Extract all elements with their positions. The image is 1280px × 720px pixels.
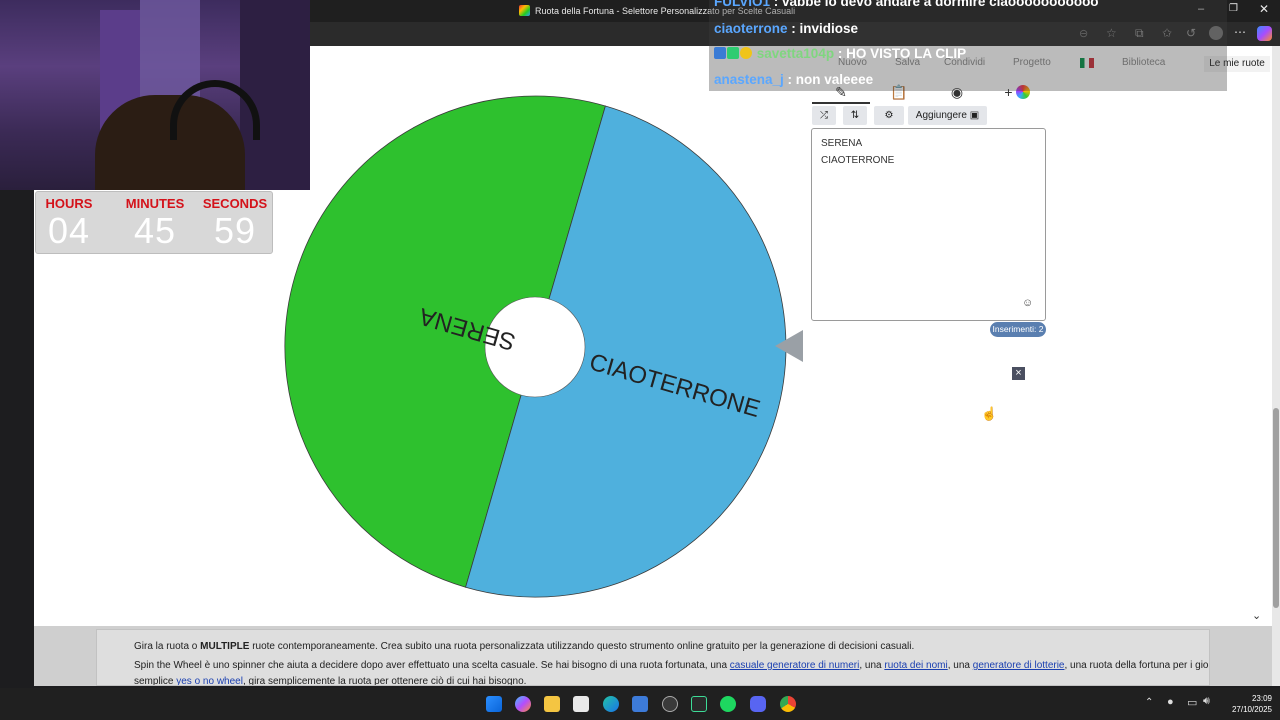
lottery-link[interactable]: generatore di lotterie: [973, 660, 1065, 671]
chat-text: : vabbe io devo andare a dormire ciaoooo…: [770, 0, 1099, 9]
seconds-value: 59: [213, 210, 257, 251]
sort-button[interactable]: ⇅: [843, 106, 867, 125]
badge-icon: [727, 47, 739, 59]
more-menu-icon[interactable]: ⋯: [1234, 25, 1246, 39]
windows-taskbar: ⌃ ● ▭ 🔊︎: [0, 688, 1280, 720]
network-icon[interactable]: ▭: [1187, 696, 1197, 709]
seconds-label: SECONDS: [202, 196, 268, 211]
store-icon[interactable]: [573, 696, 589, 712]
chat-user: anastena_j: [714, 72, 784, 87]
hours-label: HOURS: [45, 196, 93, 211]
countdown-timer: HOURS 04 MINUTES 45 SECONDS 59: [35, 191, 273, 254]
edge-browser-icon[interactable]: [603, 696, 619, 712]
shuffle-icon: ⤮: [820, 110, 828, 121]
chat-user: ciaoterrone: [714, 21, 788, 36]
close-panel-button[interactable]: ×: [1012, 367, 1025, 380]
spin-wheel[interactable]: SERENA CIAOTERRONE: [280, 92, 790, 602]
discord-icon[interactable]: [750, 696, 766, 712]
active-tab-indicator: [812, 102, 870, 104]
add-image-label: Aggiungere: [915, 110, 967, 121]
clock-time: 23:09: [1251, 694, 1272, 703]
system-clock[interactable]: 23:09 27/10/2025: [1222, 693, 1272, 715]
entry-line: SERENA: [821, 138, 863, 149]
wheel-pointer-icon: [775, 330, 803, 362]
image-icon: ▣: [969, 110, 980, 121]
entries-count-badge: Inserimenti: 2: [990, 322, 1046, 337]
copilot-icon[interactable]: [1257, 26, 1272, 41]
badge-icon: [740, 47, 752, 59]
emoji-icon[interactable]: ☺: [1022, 297, 1033, 309]
clock-date: 27/10/2025: [1231, 705, 1272, 714]
chat-user: FULVIO1: [714, 0, 771, 9]
chat-message: FULVIO1 : vabbe io devo andare a dormire…: [714, 0, 1099, 9]
volume-icon[interactable]: 🔊︎: [1203, 695, 1210, 708]
settings-button[interactable]: ⚙: [874, 106, 904, 125]
gear-icon: ⚙: [884, 110, 894, 121]
hand-cursor-icon: ☝: [981, 406, 998, 421]
info-description: Gira la ruota o MULTIPLE ruote contempor…: [96, 629, 1210, 686]
sort-icon: ⇅: [850, 110, 860, 121]
webcam-overlay: [0, 0, 310, 190]
file-explorer-icon[interactable]: [544, 696, 560, 712]
info-line-3: semplice yes o no wheel, gira sempliceme…: [134, 676, 527, 686]
chat-message: anastena_j : non valeeee: [714, 72, 873, 87]
hours-value: 04: [47, 210, 91, 251]
minutes-value: 45: [133, 210, 177, 251]
start-windows-icon[interactable]: [486, 696, 502, 712]
scroll-down-icon[interactable]: ⌄: [1252, 609, 1261, 622]
close-window-icon[interactable]: ✕: [1259, 2, 1269, 16]
random-number-link[interactable]: casuale generatore di numeri: [730, 660, 860, 671]
chat-text: : HO VISTO LA CLIP: [834, 46, 967, 61]
scrollbar-thumb[interactable]: [1273, 408, 1279, 608]
name-wheel-link[interactable]: ruota dei nomi: [884, 660, 947, 671]
info-line-2: Spin the Wheel è uno spinner che aiuta a…: [134, 660, 1209, 671]
chrome-icon[interactable]: [780, 696, 796, 712]
terminal-icon[interactable]: [691, 696, 707, 712]
badge-icon: [714, 47, 726, 59]
chat-message: ciaoterrone : invidiose: [714, 21, 858, 36]
outlook-icon[interactable]: [632, 696, 648, 712]
chat-user: savetta104p: [756, 46, 835, 61]
entries-textarea[interactable]: SERENA CIAOTERRONE: [811, 128, 1046, 321]
wall-shelf: [240, 0, 310, 190]
favicon-icon: [519, 5, 530, 16]
chat-text: : non valeeee: [783, 72, 874, 87]
minutes-label: MINUTES: [125, 196, 185, 211]
tray-chevron-icon[interactable]: ⌃: [1145, 697, 1153, 708]
entry-line: CIAOTERRONE: [821, 155, 895, 166]
add-image-button[interactable]: Aggiungere ▣: [908, 106, 987, 125]
chat-message: savetta104p : HO VISTO LA CLIP: [714, 46, 966, 61]
microphone-icon[interactable]: ●: [1167, 696, 1174, 708]
shuffle-button[interactable]: ⤮: [812, 106, 836, 125]
chat-text: : invidiose: [787, 21, 859, 36]
settings-app-icon[interactable]: [662, 696, 678, 712]
yes-no-link[interactable]: yes o no wheel: [176, 676, 243, 685]
info-line-1: Gira la ruota o MULTIPLE ruote contempor…: [134, 641, 915, 652]
copilot-taskbar-icon[interactable]: [515, 696, 531, 712]
stream-chat-overlay: FULVIO1 : vabbe io devo andare a dormire…: [709, 0, 1227, 91]
spotify-icon[interactable]: [720, 696, 736, 712]
restore-icon[interactable]: ❐: [1229, 3, 1238, 14]
